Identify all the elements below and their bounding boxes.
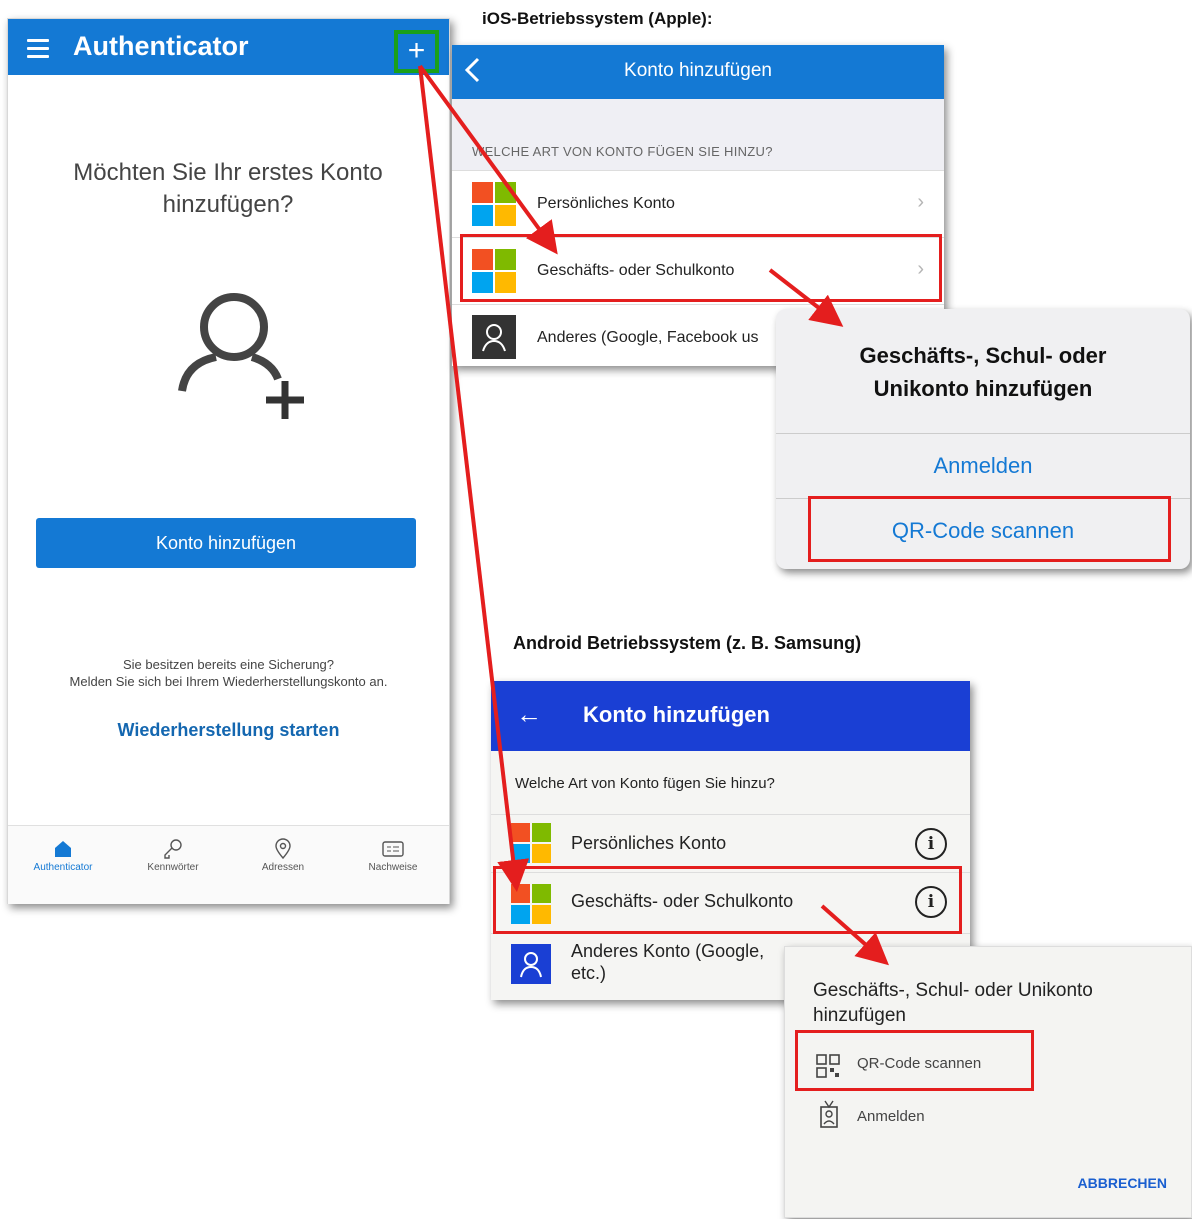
arrow-to-ios-sheet	[768, 268, 844, 327]
annotation-arrows	[418, 64, 889, 966]
arrow-to-android-dialog	[820, 904, 889, 966]
arrow-to-android-work-account	[418, 65, 530, 892]
